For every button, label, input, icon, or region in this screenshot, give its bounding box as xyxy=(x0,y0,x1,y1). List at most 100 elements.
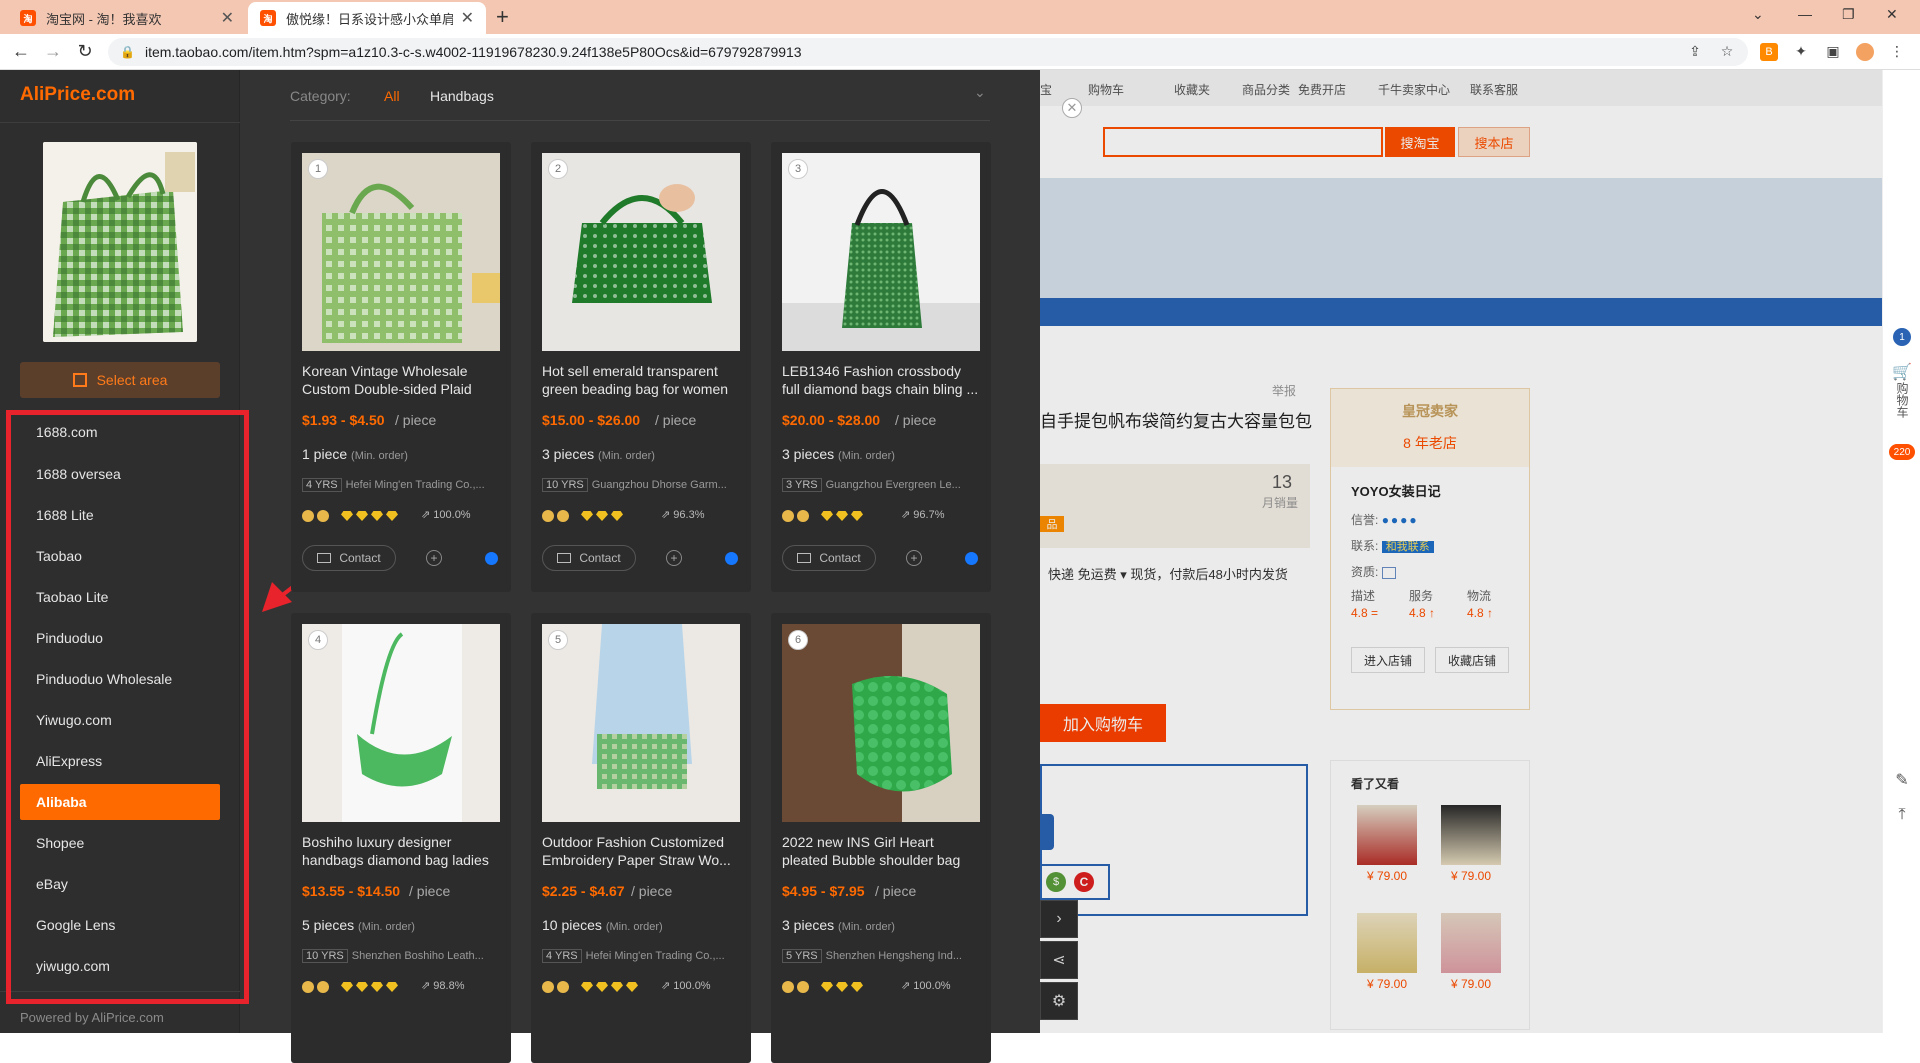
edit-icon[interactable]: ✎ xyxy=(1893,770,1911,789)
chevron-down-icon[interactable]: ⌄ xyxy=(974,84,986,101)
add-icon[interactable]: + xyxy=(666,550,682,566)
restore-icon[interactable]: ❐ xyxy=(1842,6,1855,23)
product-title[interactable]: Hot sell emerald transparent green beadi… xyxy=(542,362,740,398)
extension-b-icon[interactable]: B xyxy=(1760,43,1778,61)
select-area-button[interactable]: Select area xyxy=(20,362,220,398)
back-to-top-icon[interactable]: ⤒ xyxy=(1893,806,1911,824)
product-card[interactable]: 3 LEB1346 Fashion crossbody full diamond… xyxy=(771,142,991,592)
diamond-icon xyxy=(356,982,368,992)
years-badge: 5 YRS xyxy=(782,949,822,963)
contact-button[interactable]: Contact xyxy=(542,545,636,571)
search-taobao-button[interactable]: 搜淘宝 xyxy=(1385,127,1455,157)
reload-icon[interactable]: ↻ xyxy=(74,41,96,62)
nav-cart[interactable]: 购物车 xyxy=(1088,81,1124,98)
url-input[interactable]: 🔒 item.taobao.com/item.htm?spm=a1z10.3-c… xyxy=(108,38,1748,66)
product-title[interactable]: Korean Vintage Wholesale Custom Double-s… xyxy=(302,362,500,398)
enter-shop-button[interactable]: 进入店铺 xyxy=(1351,647,1426,673)
years-badge: 4 YRS xyxy=(542,949,582,963)
product-title[interactable]: Boshiho luxury designer handbags diamond… xyxy=(302,833,500,869)
menu-dots-icon[interactable]: ⋮ xyxy=(1888,43,1906,61)
extensions-puzzle-icon[interactable]: ✦ xyxy=(1792,43,1810,61)
product-title[interactable]: LEB1346 Fashion crossbody full diamond b… xyxy=(782,362,980,398)
diamond-icon xyxy=(371,511,383,521)
nav-support[interactable]: 联系客服 xyxy=(1470,81,1518,98)
diamond-icon xyxy=(356,511,368,521)
search-store-button[interactable]: 搜本店 xyxy=(1458,127,1530,157)
rec-item[interactable]: ¥ 79.00 xyxy=(1357,805,1417,885)
close-icon[interactable]: ✕ xyxy=(1062,98,1082,118)
tab-product[interactable]: 淘 傲悦缘！日系设计感小众单肩手提 ✕ xyxy=(248,2,486,34)
product-card[interactable]: 5 Outdoor Fashion Customized Embroidery … xyxy=(531,613,751,1063)
rec-item[interactable]: ¥ 79.00 xyxy=(1441,805,1501,885)
license-icon[interactable] xyxy=(1381,566,1396,579)
rec-item[interactable]: ¥ 79.00 xyxy=(1357,913,1417,993)
moq-value: 10 pieces xyxy=(542,917,602,933)
forward-icon[interactable]: → xyxy=(42,41,64,62)
rec-item[interactable]: ¥ 79.00 xyxy=(1441,913,1501,993)
settings-gear-icon[interactable]: ⚙ xyxy=(1040,982,1078,1020)
result-number: 3 xyxy=(788,159,808,179)
add-to-cart-button[interactable]: 加入购物车 xyxy=(1040,704,1166,742)
diamond-icon xyxy=(836,511,848,521)
product-card[interactable]: 6 2022 new INS Girl Heart pleated Bubble… xyxy=(771,613,991,1063)
years-badge: 4 YRS xyxy=(302,478,342,492)
years-badge: 3 YRS xyxy=(782,478,822,492)
supplier[interactable]: 3 YRS Guangzhou Evergreen Le... xyxy=(782,478,980,492)
supplier[interactable]: 10 YRS Shenzhen Boshiho Leath... xyxy=(302,949,500,963)
product-card[interactable]: 2 Hot sell emerald transparent green bea… xyxy=(531,142,751,592)
nav-seller-center[interactable]: 千牛卖家中心 xyxy=(1378,81,1450,98)
taobao-top-nav: 宝 购物车 收藏夹 商品分类 免费开店 千牛卖家中心 联系客服 xyxy=(1040,70,1920,106)
close-tab-icon[interactable]: ✕ xyxy=(461,8,474,28)
contact-button[interactable]: Contact xyxy=(782,545,876,571)
back-icon[interactable]: ← xyxy=(10,41,32,62)
aliprice-logo[interactable]: AliPrice.com xyxy=(20,84,135,106)
supplier[interactable]: 4 YRS Hefei Ming'en Trading Co.,... xyxy=(542,949,740,963)
tab-search-icon[interactable]: ⌄ xyxy=(1752,6,1764,23)
add-icon[interactable]: + xyxy=(906,550,922,566)
taobao-search-input[interactable] xyxy=(1103,127,1383,157)
nav-categories[interactable]: 商品分类 xyxy=(1242,81,1290,98)
product-title[interactable]: 2022 new INS Girl Heart pleated Bubble s… xyxy=(782,833,980,869)
close-window-icon[interactable]: ✕ xyxy=(1886,6,1898,23)
coupon-box[interactable]: $ C xyxy=(1040,864,1110,900)
supplier[interactable]: 10 YRS Guangzhou Dhorse Garm... xyxy=(542,478,740,492)
product-image xyxy=(542,153,740,351)
score-label: 服务 xyxy=(1409,589,1434,603)
contact-me-button[interactable]: 和我联系 xyxy=(1381,541,1434,553)
promo-button[interactable] xyxy=(1040,814,1054,850)
supplier[interactable]: 4 YRS Hefei Ming'en Trading Co.,... xyxy=(302,478,500,492)
notification-badge[interactable]: 1 xyxy=(1893,328,1911,346)
chat-icon[interactable] xyxy=(965,552,978,565)
share-icon[interactable]: ⇪ xyxy=(1686,43,1704,61)
share-icon[interactable]: ⋖ xyxy=(1040,941,1078,979)
product-card[interactable]: 4 Boshiho luxury designer handbags diamo… xyxy=(291,613,511,1063)
nav-item[interactable]: 宝 xyxy=(1040,81,1052,98)
product-card[interactable]: 1 Korean Vintage Wholesale Custom Double… xyxy=(291,142,511,592)
close-tab-icon[interactable]: ✕ xyxy=(221,8,234,28)
add-icon[interactable]: + xyxy=(426,550,442,566)
report-link[interactable]: 举报 xyxy=(1272,382,1296,399)
side-panel-icon[interactable]: ▣ xyxy=(1824,43,1842,61)
category-all[interactable]: All xyxy=(384,88,400,104)
moq-value: 3 pieces xyxy=(542,446,595,462)
favorite-shop-button[interactable]: 收藏店铺 xyxy=(1435,647,1510,673)
product-title[interactable]: Outdoor Fashion Customized Embroidery Pa… xyxy=(542,833,740,869)
supplier[interactable]: 5 YRS Shenzhen Hengsheng Ind... xyxy=(782,949,980,963)
tab-taobao-home[interactable]: 淘 淘宝网 - 淘！我喜欢 ✕ xyxy=(8,2,246,34)
chat-icon[interactable] xyxy=(485,552,498,565)
contact-button[interactable]: Contact xyxy=(302,545,396,571)
powered-by[interactable]: Powered by AliPrice.com xyxy=(20,1010,164,1025)
sidebar-cart[interactable]: 🛒 购物车 xyxy=(1889,365,1915,419)
nav-open-shop[interactable]: 免费开店 xyxy=(1298,81,1346,98)
chat-icon[interactable] xyxy=(725,552,738,565)
store-banner xyxy=(1040,178,1882,298)
next-arrow-icon[interactable]: › xyxy=(1040,900,1078,938)
profile-avatar[interactable] xyxy=(1856,43,1874,61)
category-handbags[interactable]: Handbags xyxy=(430,88,494,104)
new-tab-icon[interactable]: + xyxy=(496,4,509,30)
bookmark-star-icon[interactable]: ☆ xyxy=(1718,43,1736,61)
shop-name[interactable]: YOYO女装日记 xyxy=(1351,481,1441,500)
diamond-icon xyxy=(596,511,608,521)
minimize-icon[interactable]: — xyxy=(1798,6,1812,22)
nav-favorites[interactable]: 收藏夹 xyxy=(1174,81,1210,98)
